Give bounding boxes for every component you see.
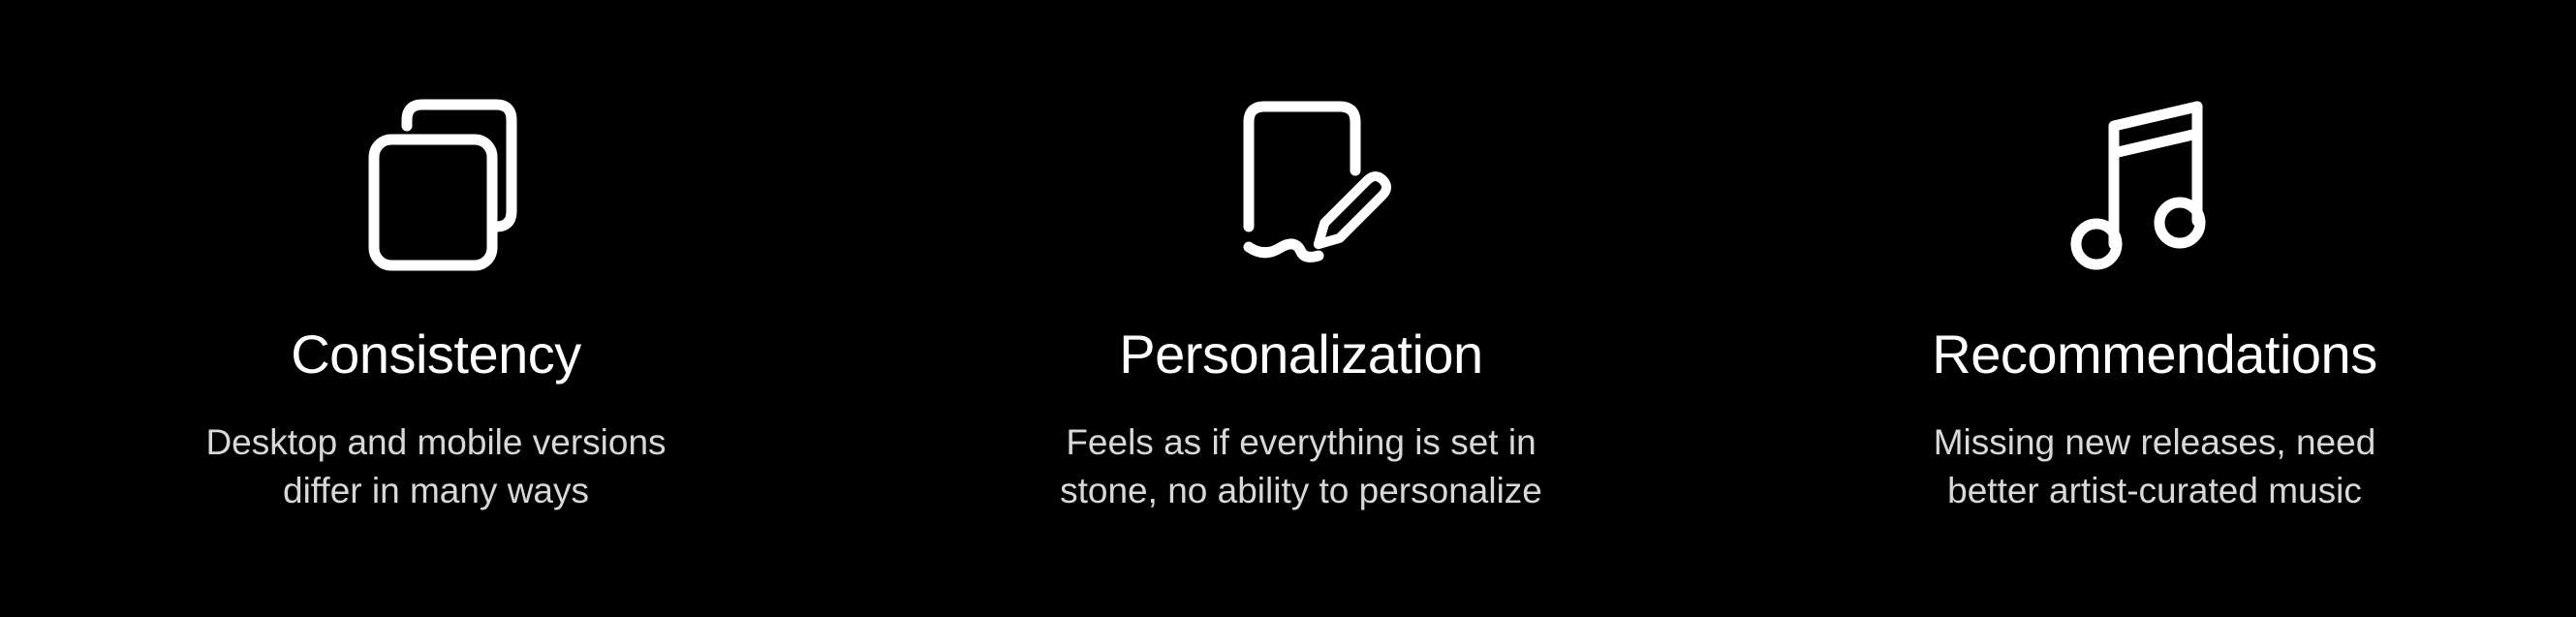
feature-consistency: Consistency Desktop and mobile versions … [68, 0, 804, 617]
feature-description-line: Feels as if everything is set in [1066, 422, 1536, 462]
music-note-icon [1786, 97, 2523, 281]
feature-title: Personalization [1119, 324, 1483, 385]
feature-description: Feels as if everything is set in stone, … [933, 418, 1669, 515]
feature-description: Missing new releases, need better artist… [1786, 418, 2523, 515]
feature-description: Desktop and mobile versions differ in ma… [68, 418, 804, 515]
feature-title: Recommendations [1932, 324, 2377, 385]
square-pencil-icon [933, 97, 1669, 281]
feature-description-line: better artist-curated music [1947, 471, 2362, 510]
feature-title: Consistency [291, 324, 581, 385]
feature-description-line: differ in many ways [283, 471, 589, 510]
feature-personalization: Personalization Feels as if everything i… [933, 0, 1669, 617]
feature-description-line: Missing new releases, need [1933, 422, 2376, 462]
feature-recommendations: Recommendations Missing new releases, ne… [1786, 0, 2523, 617]
stacked-squares-icon [68, 97, 804, 281]
feature-description-line: stone, no ability to personalize [1060, 471, 1542, 510]
feature-description-line: Desktop and mobile versions [205, 422, 667, 462]
